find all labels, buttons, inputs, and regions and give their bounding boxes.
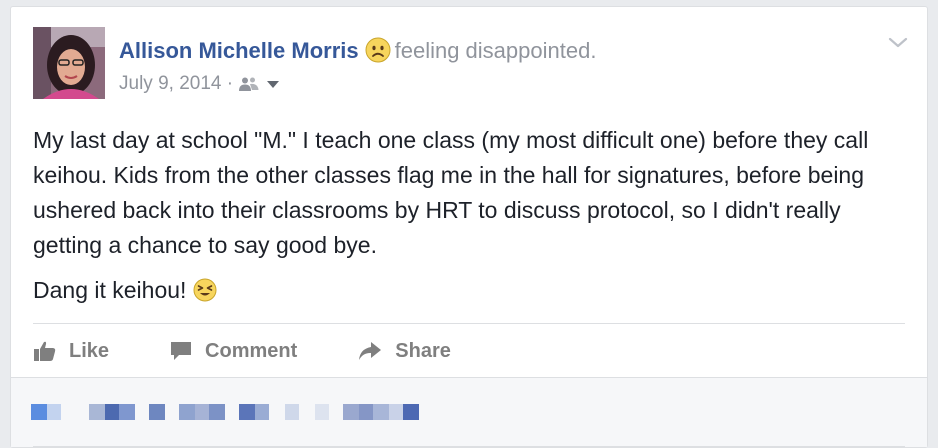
thumbs-up-icon xyxy=(34,341,56,361)
comment-icon xyxy=(171,342,192,360)
post-date[interactable]: July 9, 2014 xyxy=(119,73,221,94)
comment-label: Comment xyxy=(205,339,298,362)
post-paragraph: My last day at school "M." I teach one c… xyxy=(33,127,869,258)
share-arrow-icon xyxy=(359,342,382,360)
friends-icon[interactable] xyxy=(238,76,260,92)
share-label: Share xyxy=(395,339,451,362)
post-closing-text: Dang it keihou! xyxy=(33,277,187,303)
caret-down-icon[interactable] xyxy=(266,79,280,89)
divider xyxy=(33,323,905,324)
share-button[interactable]: Share xyxy=(357,340,451,363)
avatar[interactable] xyxy=(33,27,105,99)
laughing-emoji-icon xyxy=(193,277,217,312)
like-button[interactable]: Like xyxy=(33,340,109,363)
post-body: My last day at school "M." I teach one c… xyxy=(33,123,913,312)
like-label: Like xyxy=(69,339,110,362)
meta-separator: · xyxy=(226,73,234,94)
comment-button[interactable]: Comment xyxy=(169,340,297,363)
disappointed-emoji-icon xyxy=(365,37,391,69)
action-bar: Like Comment Share xyxy=(33,335,511,367)
comments-divider xyxy=(33,446,905,447)
post-meta: July 9, 2014 · xyxy=(119,73,280,95)
post-header: Allison Michelle Morris feeling disappoi… xyxy=(119,37,596,69)
post-card: Allison Michelle Morris feeling disappoi… xyxy=(10,6,928,448)
author-name[interactable]: Allison Michelle Morris xyxy=(119,38,359,63)
chevron-down-icon[interactable] xyxy=(887,35,909,51)
comments-area xyxy=(11,377,927,447)
post-paragraph-closing: Dang it keihou! xyxy=(33,273,913,312)
feeling-text[interactable]: feeling disappointed. xyxy=(395,38,597,63)
